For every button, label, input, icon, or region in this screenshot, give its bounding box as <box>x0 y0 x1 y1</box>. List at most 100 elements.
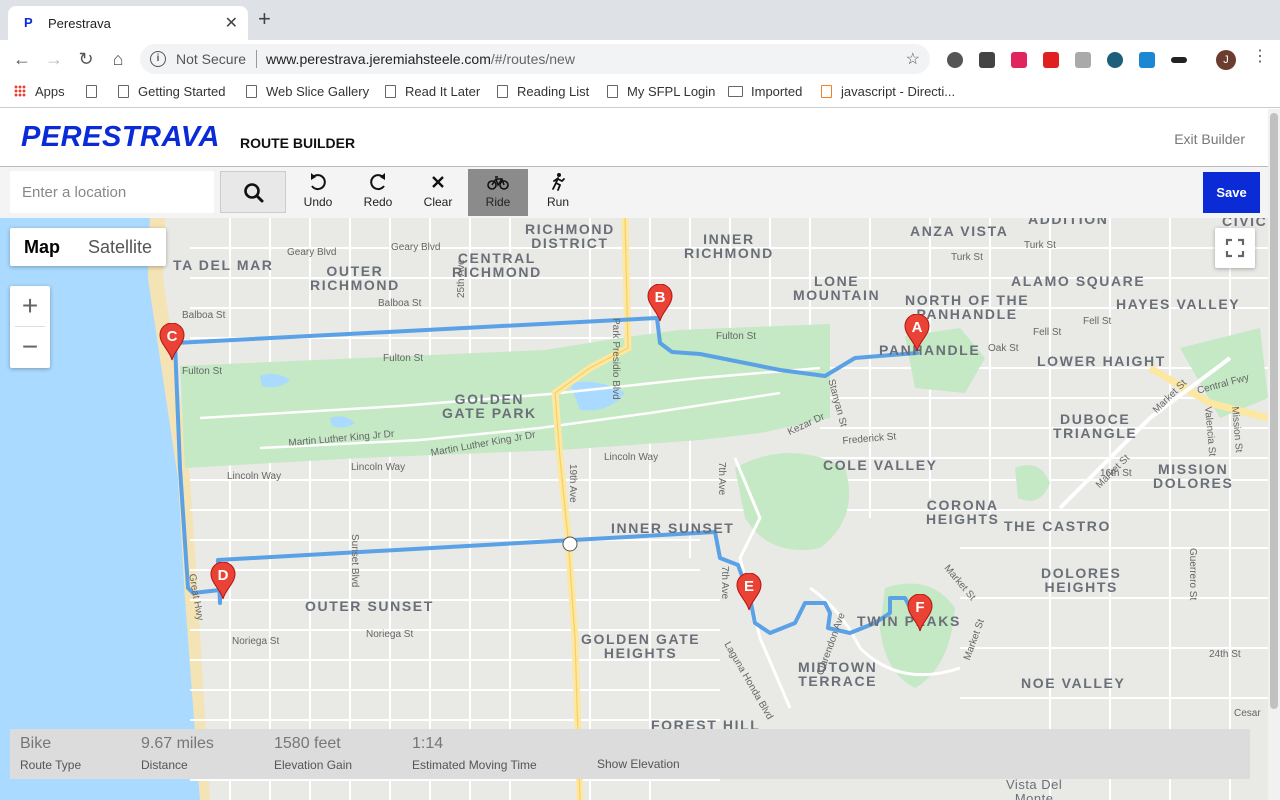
back-arrow-icon[interactable]: ← <box>11 48 33 70</box>
info-icon[interactable]: i <box>150 51 166 67</box>
map-type-map-button[interactable]: Map <box>10 228 74 266</box>
zoom-in-button[interactable]: + <box>10 286 50 326</box>
run-mode-button[interactable]: Run <box>528 169 588 216</box>
pocket-icon[interactable] <box>979 52 995 68</box>
page-icon <box>497 85 508 98</box>
route-marker-c[interactable]: C <box>159 322 185 361</box>
exit-builder-link[interactable]: Exit Builder <box>1174 131 1245 147</box>
street-label: Sunset Blvd <box>349 534 360 588</box>
save-button[interactable]: Save <box>1203 172 1260 213</box>
marker-letter: A <box>911 319 923 336</box>
more-menu-icon[interactable]: ⋮ <box>1252 49 1268 65</box>
page-icon <box>607 85 618 98</box>
street-label: Noriega St <box>232 636 280 647</box>
bookmark-label: Read It Later <box>405 84 481 99</box>
bookmark-reading-list[interactable]: Reading List <box>497 84 589 99</box>
route-toolbar: Undo Redo Clear Ride Run Save <box>0 167 1268 218</box>
street-label: 7th Ave <box>719 566 730 600</box>
marker-letter: F <box>915 599 925 616</box>
neighborhood-label: MISSION DOLORES <box>1153 461 1234 491</box>
route-marker-b[interactable]: B <box>647 283 673 322</box>
fullscreen-button[interactable] <box>1215 228 1255 268</box>
puzzle-icon[interactable] <box>1075 52 1091 68</box>
page-icon <box>246 85 257 98</box>
ride-mode-button[interactable]: Ride <box>468 169 528 216</box>
neighborhood-label: OUTER SUNSET <box>305 598 434 614</box>
redo-label: Redo <box>363 195 393 209</box>
street-label: 25th Ave <box>456 259 467 298</box>
youtube-icon[interactable] <box>1043 52 1059 68</box>
bookmark-read-it-later[interactable]: Read It Later <box>385 84 480 99</box>
bookmark-imported[interactable]: Imported <box>728 84 802 99</box>
reload-icon[interactable]: ↻ <box>75 48 97 70</box>
moving-time-value: 1:14 <box>412 735 444 752</box>
bookmark-blank[interactable] <box>86 84 106 99</box>
map-type-satellite-button[interactable]: Satellite <box>74 228 166 266</box>
bookmark-web-slice-gallery[interactable]: Web Slice Gallery <box>246 84 369 99</box>
zoom-out-button[interactable]: − <box>10 327 50 367</box>
bookmark-javascript[interactable]: javascript - Directi... <box>821 84 955 99</box>
forward-arrow-icon[interactable]: → <box>43 48 65 70</box>
zoom-control: + − <box>10 286 50 368</box>
extension-shield-icon[interactable] <box>1011 52 1027 68</box>
street-label: 7th Ave <box>716 462 727 496</box>
profile-avatar[interactable]: J <box>1216 50 1236 70</box>
neighborhood-label: INNER SUNSET <box>611 520 735 536</box>
bookmark-label: Imported <box>751 84 803 99</box>
route-stats-bar: Bike Route Type 9.67 miles Distance 1580… <box>10 729 1250 779</box>
route-marker-a[interactable]: A <box>904 313 930 352</box>
undo-button[interactable]: Undo <box>288 169 348 216</box>
route-marker-d[interactable]: D <box>210 561 236 600</box>
route-marker-e[interactable]: E <box>736 572 762 611</box>
extension-window-icon[interactable] <box>1139 52 1155 68</box>
page-scrollbar[interactable] <box>1268 109 1280 800</box>
bookmark-label: javascript - Directi... <box>841 84 956 99</box>
neighborhood-label: DUBOCE TRIANGLE <box>1053 411 1138 441</box>
home-icon[interactable]: ⌂ <box>107 48 129 70</box>
apps-grid-icon <box>14 85 26 97</box>
bookmark-sfpl-login[interactable]: My SFPL Login <box>607 84 715 99</box>
runner-icon <box>552 173 565 191</box>
distance-stat: 9.67 miles Distance <box>141 735 214 772</box>
close-icon[interactable]: ✕ <box>225 13 238 33</box>
redo-button[interactable]: Redo <box>348 169 408 216</box>
route-type-label: Route Type <box>20 758 82 772</box>
bookmark-star-icon[interactable]: ☆ <box>906 49 920 69</box>
street-label: Noriega St <box>366 629 414 640</box>
bookmark-label: Getting Started <box>138 84 226 99</box>
map-canvas[interactable] <box>0 218 1268 800</box>
elevation-value: 1580 feet <box>274 735 341 752</box>
extension-check-icon[interactable] <box>947 52 963 68</box>
route-marker-f[interactable]: F <box>907 593 933 632</box>
bookmark-apps[interactable]: Apps <box>14 84 65 99</box>
neighborhood-label: DOLORES HEIGHTS <box>1041 565 1122 595</box>
distance-value: 9.67 miles <box>141 735 214 752</box>
clear-button[interactable]: Clear <box>408 169 468 216</box>
show-elevation-link[interactable]: Show Elevation <box>597 757 680 771</box>
bookmark-label: Reading List <box>517 84 590 99</box>
search-button[interactable] <box>220 171 286 213</box>
location-search-input[interactable] <box>10 171 214 213</box>
react-devtools-icon[interactable] <box>1107 52 1123 68</box>
browser-toolbar: ← → ↻ ⌂ i Not Secure www.perestrava.jere… <box>0 40 1280 78</box>
search-icon <box>244 183 264 203</box>
browser-tabstrip: P Perestrava ✕ + <box>0 0 1280 40</box>
bookmarks-bar: Apps Getting Started Web Slice Gallery R… <box>0 78 1280 108</box>
url-text[interactable]: www.perestrava.jeremiahsteele.com/#/rout… <box>266 51 575 67</box>
new-tab-icon[interactable]: + <box>258 8 271 30</box>
browser-tab[interactable]: P Perestrava ✕ <box>8 6 248 40</box>
neighborhood-label: GOLDEN GATE PARK <box>442 391 537 421</box>
route-map[interactable]: RICHMOND DISTRICT INNER RICHMOND ANZA VIST… <box>0 218 1268 800</box>
app-header: PERESTRAVA ROUTE BUILDER Exit Builder <box>0 109 1268 167</box>
address-bar[interactable]: i Not Secure www.perestrava.jeremiahstee… <box>140 44 930 74</box>
street-label: 24th St <box>1209 649 1241 660</box>
clear-label: Clear <box>423 195 453 209</box>
mustache-icon[interactable] <box>1171 57 1187 63</box>
street-label: Oak St <box>988 343 1019 354</box>
street-label: Lincoln Way <box>604 452 659 463</box>
undo-label: Undo <box>303 195 333 209</box>
bookmark-getting-started[interactable]: Getting Started <box>118 84 225 99</box>
scrollbar-thumb[interactable] <box>1270 113 1278 709</box>
redo-icon <box>370 173 385 191</box>
perestrava-logo[interactable]: PERESTRAVA <box>21 121 220 154</box>
